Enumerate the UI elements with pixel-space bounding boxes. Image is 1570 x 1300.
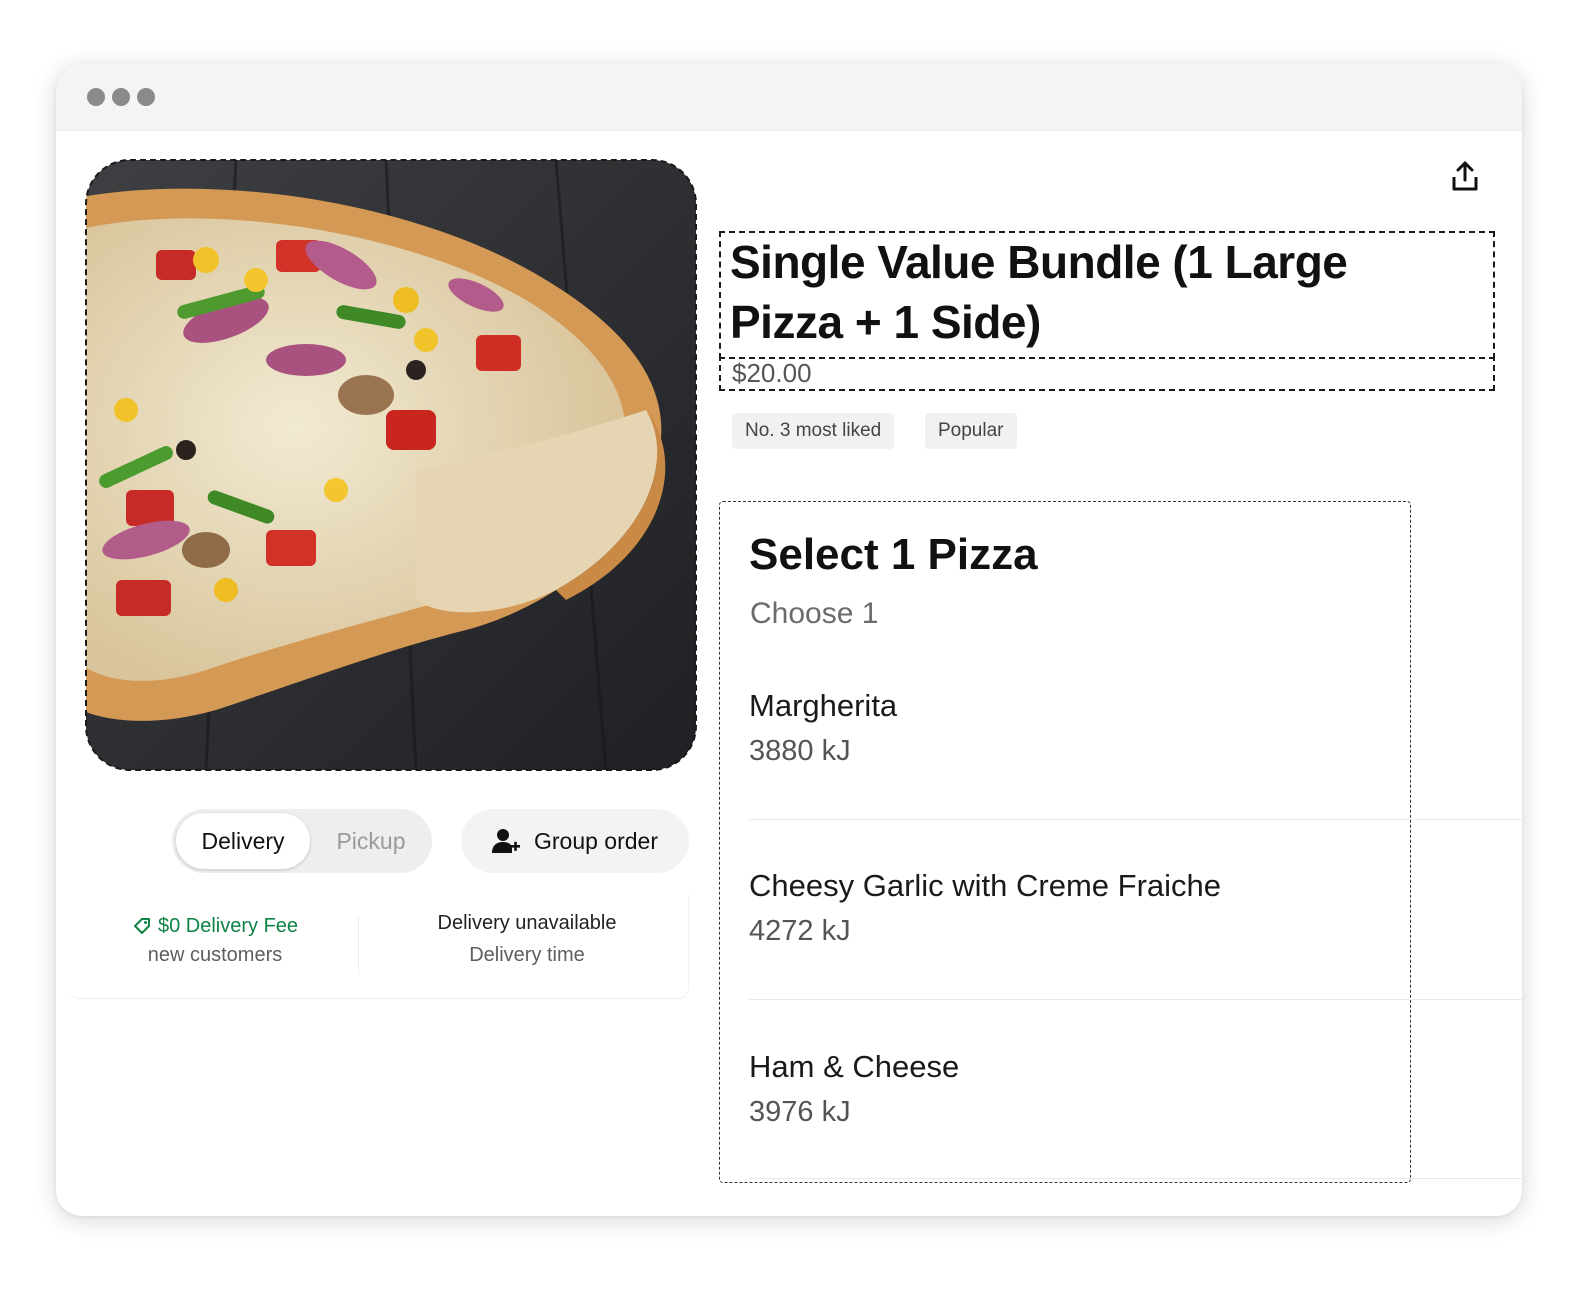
info-divider (358, 916, 359, 974)
option-item-cheesy-garlic[interactable]: Cheesy Garlic with Creme Fraiche 4272 kJ (749, 864, 1522, 953)
group-order-button[interactable]: Group order (461, 809, 689, 873)
option-name: Ham & Cheese (749, 1049, 960, 1084)
window-dot (137, 88, 155, 106)
delivery-info-card: $0 Delivery Fee new customers Delivery u… (70, 894, 689, 999)
delivery-fee-info: $0 Delivery Fee new customers (70, 912, 360, 972)
delivery-availability: Delivery unavailable (437, 912, 617, 934)
option-name: Cheesy Garlic with Creme Fraiche (749, 868, 1222, 903)
option-energy: 3880 kJ (749, 735, 851, 767)
price-highlight-box (719, 355, 1495, 391)
browser-window: Delivery Pickup Group order $0 Delivery … (56, 64, 1522, 1216)
option-item-margherita[interactable]: Margherita 3880 kJ (749, 684, 1522, 773)
product-image (85, 159, 697, 771)
option-energy: 3976 kJ (749, 1096, 851, 1128)
product-price: $20.00 (732, 358, 812, 388)
option-divider (749, 1178, 1522, 1179)
options-title: Select 1 Pizza (749, 530, 1038, 579)
tag-popular: Popular (925, 413, 1017, 449)
tag-most-liked: No. 3 most liked (732, 413, 895, 449)
share-button[interactable] (1450, 160, 1480, 192)
group-order-label: Group order (533, 827, 658, 854)
window-titlebar (56, 64, 1522, 131)
share-icon (1452, 161, 1478, 191)
add-person-icon (491, 829, 520, 853)
delivery-option[interactable]: Delivery (176, 813, 310, 869)
pizza-illustration (86, 160, 696, 770)
delivery-time-label: Delivery time (469, 944, 585, 966)
delivery-fee-note: new customers (147, 944, 283, 966)
window-dot (87, 88, 105, 106)
product-title: Single Value Bundle (1 Large Pizza + 1 S… (730, 236, 1348, 348)
tag-icon (133, 918, 150, 934)
option-energy: 4272 kJ (749, 915, 851, 947)
delivery-time-info: Delivery unavailable Delivery time (366, 912, 688, 972)
option-divider (749, 819, 1522, 820)
option-name: Margherita (749, 688, 898, 723)
options-subtitle: Choose 1 (750, 597, 879, 630)
delivery-fee-text: $0 Delivery Fee (157, 914, 299, 937)
window-dot (112, 88, 130, 106)
fulfillment-toggle: Delivery Pickup (172, 809, 432, 873)
pickup-option[interactable]: Pickup (314, 813, 428, 869)
option-item-ham-cheese[interactable]: Ham & Cheese 3976 kJ (749, 1045, 1522, 1134)
option-divider (749, 999, 1522, 1000)
